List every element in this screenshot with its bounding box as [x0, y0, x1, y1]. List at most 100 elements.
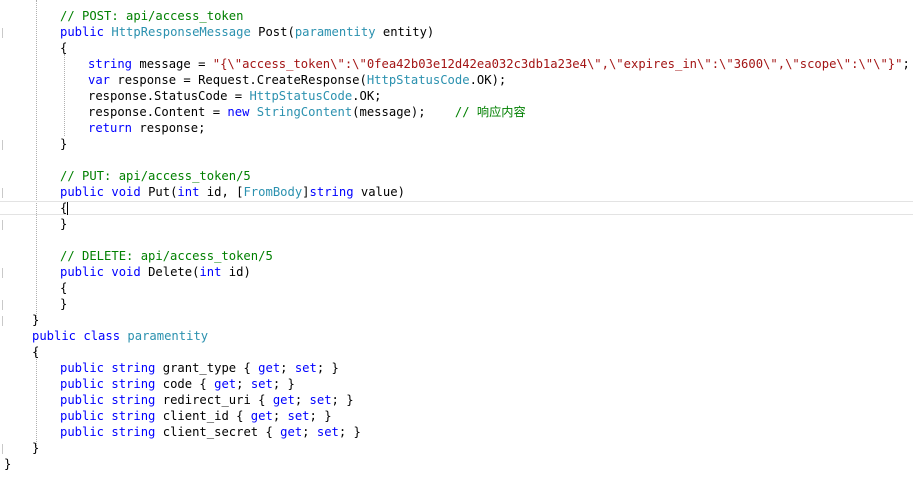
code-token: // 响应内容 — [454, 105, 526, 119]
code-editor[interactable]: // POST: api/access_token public HttpResp… — [0, 0, 913, 501]
code-line[interactable]: public string code { get; set; } — [60, 376, 295, 392]
code-token: ; } — [316, 361, 339, 375]
code-line[interactable]: public string client_secret { get; set; … — [60, 424, 361, 440]
gutter-marker — [2, 444, 3, 454]
code-token: response; — [132, 121, 206, 135]
code-line[interactable]: { — [60, 280, 67, 296]
code-token: } — [60, 297, 68, 311]
code-token: string — [111, 377, 156, 391]
code-token: void — [111, 185, 141, 199]
code-token: response.StatusCode = — [88, 89, 250, 103]
code-line[interactable]: // DELETE: api/access_token/5 — [60, 248, 273, 264]
code-line[interactable]: public string client_id { get; set; } — [60, 408, 332, 424]
code-token: HttpStatusCode — [249, 89, 353, 103]
code-token: get — [272, 393, 295, 407]
code-token: set — [294, 361, 317, 375]
code-line[interactable]: var response = Request.CreateResponse(Ht… — [88, 72, 506, 88]
code-token: } — [60, 217, 68, 231]
code-token: string — [111, 409, 156, 423]
code-token: public — [60, 377, 105, 391]
indent-guide — [36, 0, 37, 318]
code-token: FromBody — [243, 185, 303, 199]
code-token: { — [60, 201, 68, 215]
code-line[interactable]: return response; — [88, 120, 205, 136]
code-token: ; } — [309, 409, 332, 423]
code-token: response = Request.CreateResponse( — [110, 73, 367, 87]
code-line[interactable]: public string redirect_uri { get; set; } — [60, 392, 354, 408]
code-token: { — [60, 41, 68, 55]
code-line[interactable]: // PUT: api/access_token/5 — [60, 168, 251, 184]
code-token: { — [32, 345, 40, 359]
gutter-marker — [2, 316, 3, 326]
code-token: entity) — [375, 25, 435, 39]
code-line[interactable]: response.StatusCode = HttpStatusCode.OK; — [88, 88, 382, 104]
code-token: get — [258, 361, 281, 375]
code-token: void — [111, 265, 141, 279]
code-line[interactable]: { — [60, 200, 67, 216]
code-token: Post( — [250, 25, 295, 39]
code-token: var — [88, 73, 111, 87]
code-token: return — [88, 121, 133, 135]
code-token: ; — [236, 377, 251, 391]
code-token: get — [250, 409, 273, 423]
code-token: ] — [302, 185, 310, 199]
gutter-marker — [2, 28, 3, 38]
code-token: ; — [272, 409, 288, 423]
code-line[interactable]: { — [32, 344, 39, 360]
code-token: string — [111, 361, 156, 375]
gutter-marker — [2, 300, 3, 310]
code-token: ; — [294, 393, 310, 407]
code-token: string — [111, 393, 156, 407]
code-token: int — [177, 185, 200, 199]
gutter-marker — [2, 220, 3, 230]
code-token: HttpResponseMessage — [111, 25, 251, 39]
code-token: string — [309, 185, 354, 199]
current-line-highlight — [0, 201, 913, 215]
code-token: } — [4, 457, 12, 471]
code-token: string — [111, 425, 156, 439]
code-token: message = — [132, 57, 213, 71]
code-token: ; — [302, 425, 317, 439]
gutter-marker — [2, 268, 3, 278]
code-line[interactable]: } — [60, 216, 67, 232]
code-token: string — [88, 57, 133, 71]
code-line[interactable]: } — [32, 312, 39, 328]
code-line[interactable]: public string grant_type { get; set; } — [60, 360, 339, 376]
code-line[interactable]: { — [60, 40, 67, 56]
code-line[interactable]: } — [4, 456, 11, 472]
code-token: value) — [353, 185, 405, 199]
indent-guide — [36, 350, 37, 446]
code-line[interactable]: public void Delete(int id) — [60, 264, 251, 280]
code-line[interactable]: response.Content = new StringContent(mes… — [88, 104, 526, 120]
code-token: set — [316, 425, 339, 439]
code-line[interactable]: string message = "{\"access_token\":\"0f… — [88, 56, 910, 72]
code-token: response.Content = — [88, 105, 228, 119]
code-token: ; — [902, 57, 910, 71]
code-token: } — [32, 441, 40, 455]
code-token: public — [60, 185, 105, 199]
code-line[interactable]: public void Put(int id, [FromBody]string… — [60, 184, 405, 200]
code-token: set — [287, 409, 310, 423]
code-line[interactable]: public HttpResponseMessage Post(parament… — [60, 24, 434, 40]
code-line[interactable]: } — [60, 136, 67, 152]
code-token: Put( — [140, 185, 178, 199]
code-token: code { — [155, 377, 215, 391]
code-token: // POST: api/access_token — [60, 9, 244, 23]
code-line[interactable]: // POST: api/access_token — [60, 8, 243, 24]
code-token: paramentity — [127, 329, 209, 343]
code-token: public — [60, 425, 105, 439]
code-token: public — [60, 361, 105, 375]
code-token: } — [60, 137, 68, 151]
code-token: // DELETE: api/access_token/5 — [60, 249, 273, 263]
code-token: { — [60, 281, 68, 295]
code-token: new — [227, 105, 250, 119]
code-token: HttpStatusCode — [366, 73, 470, 87]
code-token: "{\"access_token\":\"0fea42b03e12d42ea03… — [212, 57, 903, 71]
code-token: ; } — [272, 377, 295, 391]
code-line[interactable]: } — [32, 440, 39, 456]
code-line[interactable]: } — [60, 296, 67, 312]
code-line[interactable]: public class paramentity — [32, 328, 208, 344]
code-token: // PUT: api/access_token/5 — [60, 169, 251, 183]
code-token: set — [250, 377, 273, 391]
